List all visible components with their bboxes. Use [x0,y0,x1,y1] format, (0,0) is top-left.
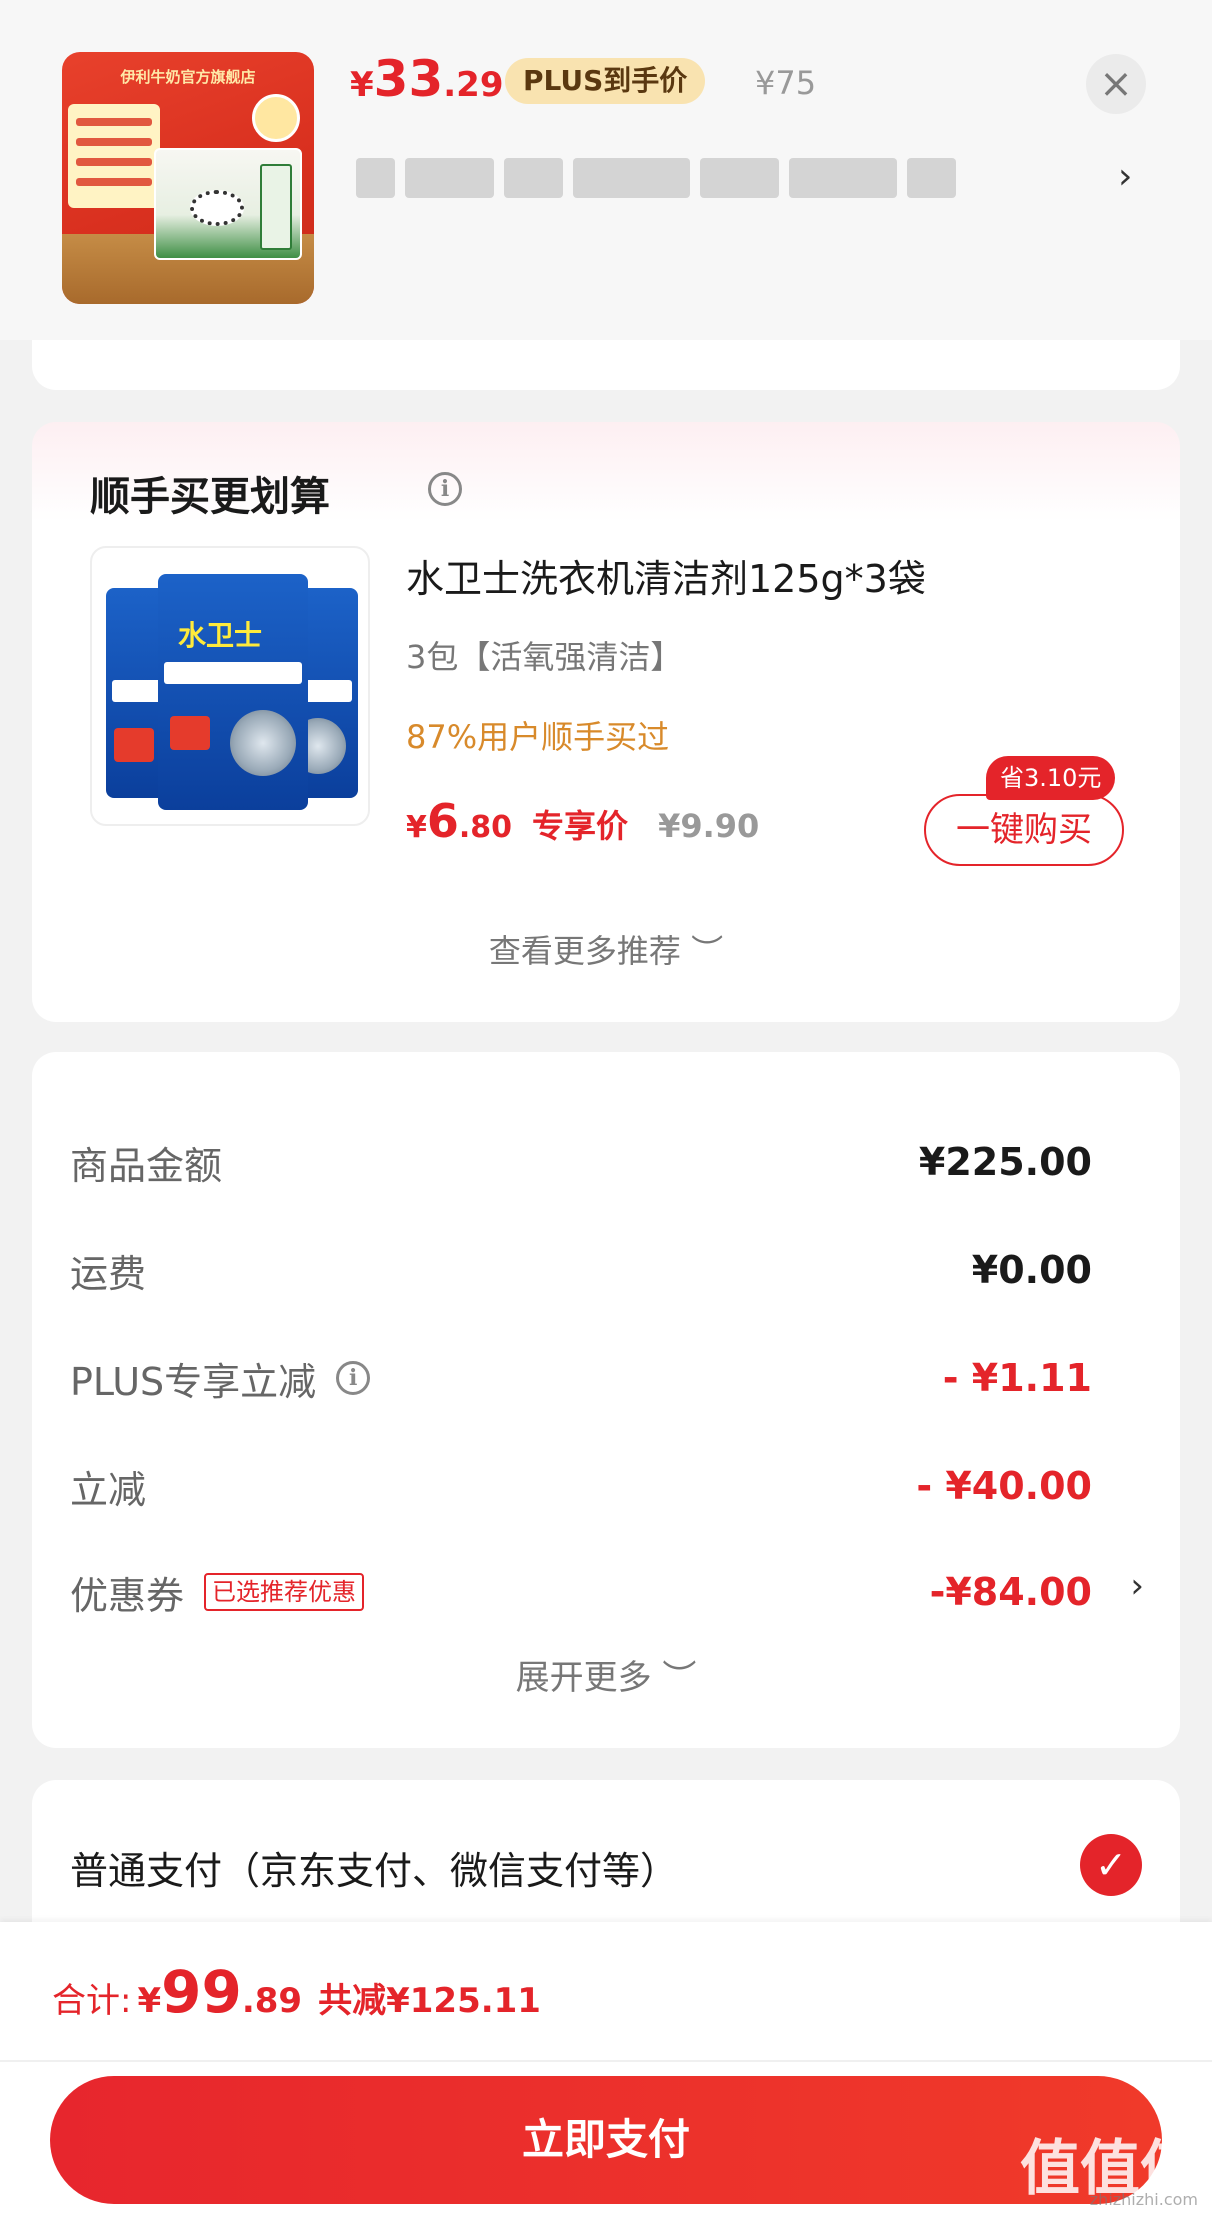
summary-row-goods: 商品金额 ¥225.00 [70,1140,1092,1188]
exclusive-price-tag: 专享价 [532,807,629,845]
sheet-fold [32,340,1180,390]
summary-row-coupon[interactable]: 优惠券 已选推荐优惠 -¥84.00 [70,1562,1092,1622]
product-thumbnail[interactable]: 伊利牛奶官方旗舰店 [62,52,314,304]
close-button[interactable]: × [1086,54,1146,114]
pay-now-button[interactable]: 立即支付 [50,2076,1162,2204]
recommend-product-name[interactable]: 水卫士洗衣机清洁剂125g*3袋 [406,548,926,603]
order-total: 合计: ¥ 99 .89 共减¥125.11 [52,1958,541,2026]
view-more-recommend[interactable]: 查看更多推荐 ︶ [32,926,1180,972]
chevron-right-icon[interactable]: › [1130,1566,1144,1606]
thumbnail-milk-box [154,148,302,260]
divider [0,2060,1212,2062]
save-badge: 省3.10元 [986,756,1116,800]
recommend-original-price: ¥9.90 [658,807,760,845]
thumbnail-promo-tag [68,104,160,208]
recommend-price: ¥ 6 .80 专享价 ¥9.90 [406,794,760,848]
expand-more[interactable]: 展开更多 ︶ [32,1650,1180,1699]
info-icon[interactable]: i [428,472,462,506]
check-icon[interactable]: ✓ [1080,1834,1142,1896]
summary-row-plus-discount: PLUS专享立减 i - ¥1.11 [70,1356,1092,1404]
coupon-selected-tag: 已选推荐优惠 [204,1573,365,1611]
close-icon: × [1099,61,1133,107]
recommend-card: 顺手买更划算 i 水卫士 水卫士洗衣机清洁剂125g*3袋 3包【活氧强清洁】 … [32,422,1180,1022]
bag-brand-label: 水卫士 [178,619,263,652]
summary-row-shipping: 运费 ¥0.00 [70,1248,1092,1296]
price-summary-card: 商品金额 ¥225.00 运费 ¥0.00 PLUS专享立减 i - ¥1.11 … [32,1052,1180,1748]
top-price: ¥ 33 .29 [350,50,504,108]
summary-row-instant-discount: 立减 - ¥40.00 [70,1464,1092,1512]
one-click-buy-button[interactable]: 一键购买 [924,794,1124,866]
plus-price-badge: PLUS到手价 [505,58,706,104]
chevron-right-icon[interactable]: › [1118,156,1132,197]
watermark-url: zhizhizhi.com [1089,2190,1198,2209]
product-sheet: 伊利牛奶官方旗舰店 ¥ 33 .29 PLUS到手价 ¥75 × › [0,0,1212,340]
total-saved: 共减¥125.11 [318,1981,541,2021]
thumbnail-shop-banner: 伊利牛奶官方旗舰店 [120,68,256,86]
info-icon[interactable]: i [336,1361,371,1395]
recommend-product-image[interactable]: 水卫士 [90,546,370,826]
product-title-blurred[interactable] [356,154,956,202]
original-price: ¥75 [755,64,817,102]
recommend-title: 顺手买更划算 [90,474,330,520]
payment-method-label: 普通支付（京东支付、微信支付等） [70,1849,679,1893]
thumbnail-round-badge [252,94,300,142]
recommend-buy-hint: 87%用户顺手买过 [406,718,670,756]
recommend-product-spec: 3包【活氧强清洁】 [406,638,683,676]
